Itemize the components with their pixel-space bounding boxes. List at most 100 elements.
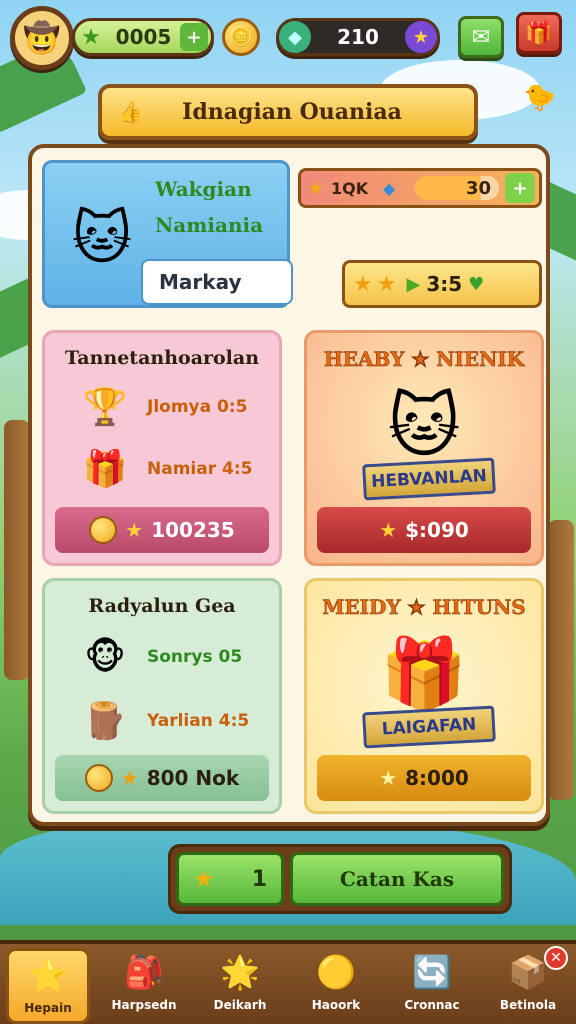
xp-label: 1QK (331, 178, 369, 198)
primary-action-button[interactable]: Catan Kas (290, 852, 504, 906)
close-badge-icon[interactable]: ✕ (544, 946, 568, 970)
star-icon: ★ (307, 177, 325, 199)
star-icon: ★ (193, 865, 215, 893)
bag-icon: 🎒 (124, 953, 164, 991)
star-icon: ★ (379, 766, 398, 790)
shop-card-3[interactable]: Radyalun Gea 🐵 Sonrys 05 🪵 Yarlian 4:5 ★… (42, 578, 282, 814)
gift-pile-icon: 🎁 (380, 633, 468, 715)
trophy-icon: 🏆 (82, 387, 128, 428)
reward-text: Namiar 4:5 (147, 459, 253, 479)
palm-trunk (548, 520, 574, 800)
coin-button[interactable]: 🪙 (222, 18, 260, 56)
card-ribbon: LAIGAFAN (362, 705, 496, 749)
pet-profile-card[interactable]: 🐱 Wakgian Namiania Markay (42, 160, 293, 308)
nav-label: Harpsedn (111, 998, 177, 1012)
buy-button[interactable]: ★ 100235 (55, 507, 269, 553)
star-icon: ★ (125, 518, 144, 542)
nav-item-rewards[interactable]: 🌟 Deikarh (198, 948, 282, 1024)
page-title: Idnagian Ouaniaa (182, 99, 402, 125)
star-currency-icon: ★ (81, 24, 101, 50)
rating-value: 3:5 (426, 272, 463, 296)
gift-box-icon: 🎁 (82, 449, 128, 490)
star-icon: ★ (379, 518, 398, 542)
pet-nickname: Markay (159, 270, 242, 294)
card-reward-row: 🐵 Sonrys 05 (77, 633, 242, 681)
nav-item-home[interactable]: ⭐ Hepain (6, 948, 90, 1024)
bird-icon: 🐤 (523, 83, 557, 113)
gem-currency-pill[interactable]: ◆ 210 ★ (276, 18, 440, 56)
sparkle-star-icon: 🌟 (220, 953, 260, 991)
gift-icon: 🎁 (525, 20, 553, 46)
gem-currency-value: 210 (337, 25, 379, 49)
star-count-button[interactable]: ★ 1 (176, 852, 284, 906)
buy-button[interactable]: ★ $:090 (317, 507, 531, 553)
card-title: Radyalun Gea (88, 595, 236, 617)
price-value: 100235 (151, 518, 235, 542)
gift-button[interactable]: 🎁 (516, 12, 562, 54)
pet-name-line2: Namiania (155, 213, 264, 237)
gem-star-badge-icon: ★ (405, 21, 437, 53)
nav-label: Betinola (499, 998, 557, 1012)
card-reward-row: 🏆 Jlomya 0:5 (77, 383, 248, 431)
play-icon: ▶ (406, 273, 421, 295)
shop-card-4[interactable]: MEIDY ★ HITUNS 🎁 LAIGAFAN ★ 8:000 (304, 578, 544, 814)
refresh-icon: 🔄 (412, 953, 452, 991)
card-title: HEABY ★ NIENIK (323, 347, 525, 372)
nav-item-box[interactable]: 📦 Betinola ✕ (486, 946, 570, 1024)
side-bird-button[interactable]: 🐤 (518, 80, 562, 116)
thumbs-up-icon: 👍 (117, 100, 143, 124)
star-count: 1 (251, 866, 267, 892)
buy-button[interactable]: ★ 800 Nok (55, 755, 269, 801)
nav-label: Hepain (24, 1001, 72, 1015)
nav-label: Deikarh (213, 998, 267, 1012)
reward-text: Yarlian 4:5 (147, 711, 250, 731)
star-icon: ★ (353, 271, 373, 297)
xp-progress-bar: ★ 1QK ◆ 30 + (298, 168, 542, 208)
xp-add-button[interactable]: + (505, 173, 535, 203)
xp-fill: 30 (415, 176, 499, 200)
star-currency-value: 0005 (115, 25, 172, 49)
star-icon: ★ (376, 271, 397, 297)
star-icon: ⭐ (28, 956, 68, 994)
monkey-icon: 🐵 (84, 636, 126, 678)
mail-icon: ✉ (471, 24, 491, 50)
coin-icon: 🟡 (316, 953, 356, 991)
main-panel: 🐱 Wakgian Namiania Markay ★ 1QK ◆ 30 + ★… (28, 144, 550, 826)
primary-action-label: Catan Kas (339, 867, 455, 891)
card-ribbon: HEBVANLAN (362, 457, 496, 501)
title-banner: 👍 Idnagian Ouaniaa (98, 84, 478, 140)
gem-icon: ◆ (383, 178, 396, 198)
buy-button[interactable]: ★ 8:000 (317, 755, 531, 801)
nav-label: Haoork (311, 998, 361, 1012)
shop-card-1[interactable]: Tannetanhoarolan 🏆 Jlomya 0:5 🎁 Namiar 4… (42, 330, 282, 566)
shop-card-2[interactable]: HEABY ★ NIENIK 🐱 HEBVANLAN ★ $:090 (304, 330, 544, 566)
add-currency-icon[interactable]: + (180, 23, 208, 51)
top-hud: 🤠 ★ 0005 + 🪙 ◆ 210 ★ ✉ 🎁 (0, 0, 576, 74)
price-value: 8:000 (405, 766, 469, 790)
card-reward-row: 🪵 Yarlian 4:5 (77, 697, 250, 745)
nav-label: Cronnac (404, 998, 460, 1012)
palm-trunk (4, 420, 30, 680)
heart-icon: ♥ (468, 273, 485, 295)
coin-icon (84, 764, 113, 792)
mail-button[interactable]: ✉ (458, 16, 504, 58)
bottom-nav: ⭐ Hepain 🎒 Harpsedn 🌟 Deikarh 🟡 Haoork 🔄… (0, 940, 576, 1024)
reward-text: Jlomya 0:5 (147, 397, 248, 417)
card-title: Tannetanhoarolan (64, 347, 260, 369)
player-avatar[interactable]: 🤠 (10, 6, 74, 70)
reward-text: Sonrys 05 (147, 647, 243, 667)
coin-icon (89, 516, 118, 544)
price-value: 800 Nok (146, 766, 240, 790)
star-currency-pill[interactable]: ★ 0005 + (72, 18, 214, 56)
price-value: $:090 (405, 518, 469, 542)
xp-value: 30 (465, 177, 491, 199)
coin-icon: 🪙 (229, 26, 253, 48)
card-reward-row: 🎁 Namiar 4:5 (77, 445, 253, 493)
cat-mascot-icon: 🐱 (387, 385, 461, 467)
nav-item-bag[interactable]: 🎒 Harpsedn (102, 948, 186, 1024)
nav-item-coins[interactable]: 🟡 Haoork (294, 948, 378, 1024)
nav-item-refresh[interactable]: 🔄 Cronnac (390, 948, 474, 1024)
cowboy-avatar-icon: 🤠 (23, 20, 61, 56)
pet-nickname-field[interactable]: Markay (141, 259, 293, 305)
pet-cat-icon: 🐱 (71, 204, 133, 272)
